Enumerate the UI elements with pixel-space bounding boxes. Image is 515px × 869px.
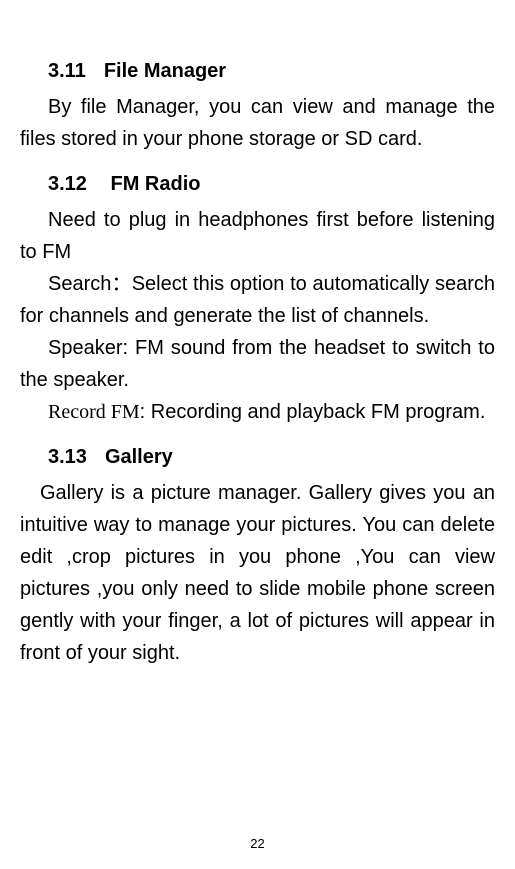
document-content: 3.11 File Manager By file Manager, you ca… (20, 60, 495, 669)
section-number: 3.11 (48, 60, 86, 83)
section-body-312-intro: Need to plug in headphones first before … (20, 204, 495, 268)
section-heading-313: 3.13 Gallery (20, 446, 495, 469)
section-body-311: By file Manager, you can view and manage… (20, 91, 495, 155)
section-body-312-speaker: Speaker: FM sound from the headset to sw… (20, 332, 495, 396)
section-body-312-search: Search：Select this option to automatical… (20, 268, 495, 332)
section-title: FM Radio (111, 173, 201, 195)
section-number: 3.12 (48, 173, 87, 196)
section-heading-311: 3.11 File Manager (20, 60, 495, 83)
record-fm-rest: : Recording and playback FM program. (140, 401, 486, 423)
section-body-312-record: Record FM: Recording and playback FM pro… (20, 396, 495, 428)
record-fm-label: Record FM (48, 401, 140, 423)
section-body-313: Gallery is a picture manager. Gallery gi… (20, 477, 495, 669)
section-number: 3.13 (48, 446, 87, 469)
section-title: File Manager (104, 60, 226, 82)
page-number: 22 (250, 836, 264, 851)
section-heading-312: 3.12 FM Radio (20, 173, 495, 196)
section-title: Gallery (105, 446, 173, 468)
